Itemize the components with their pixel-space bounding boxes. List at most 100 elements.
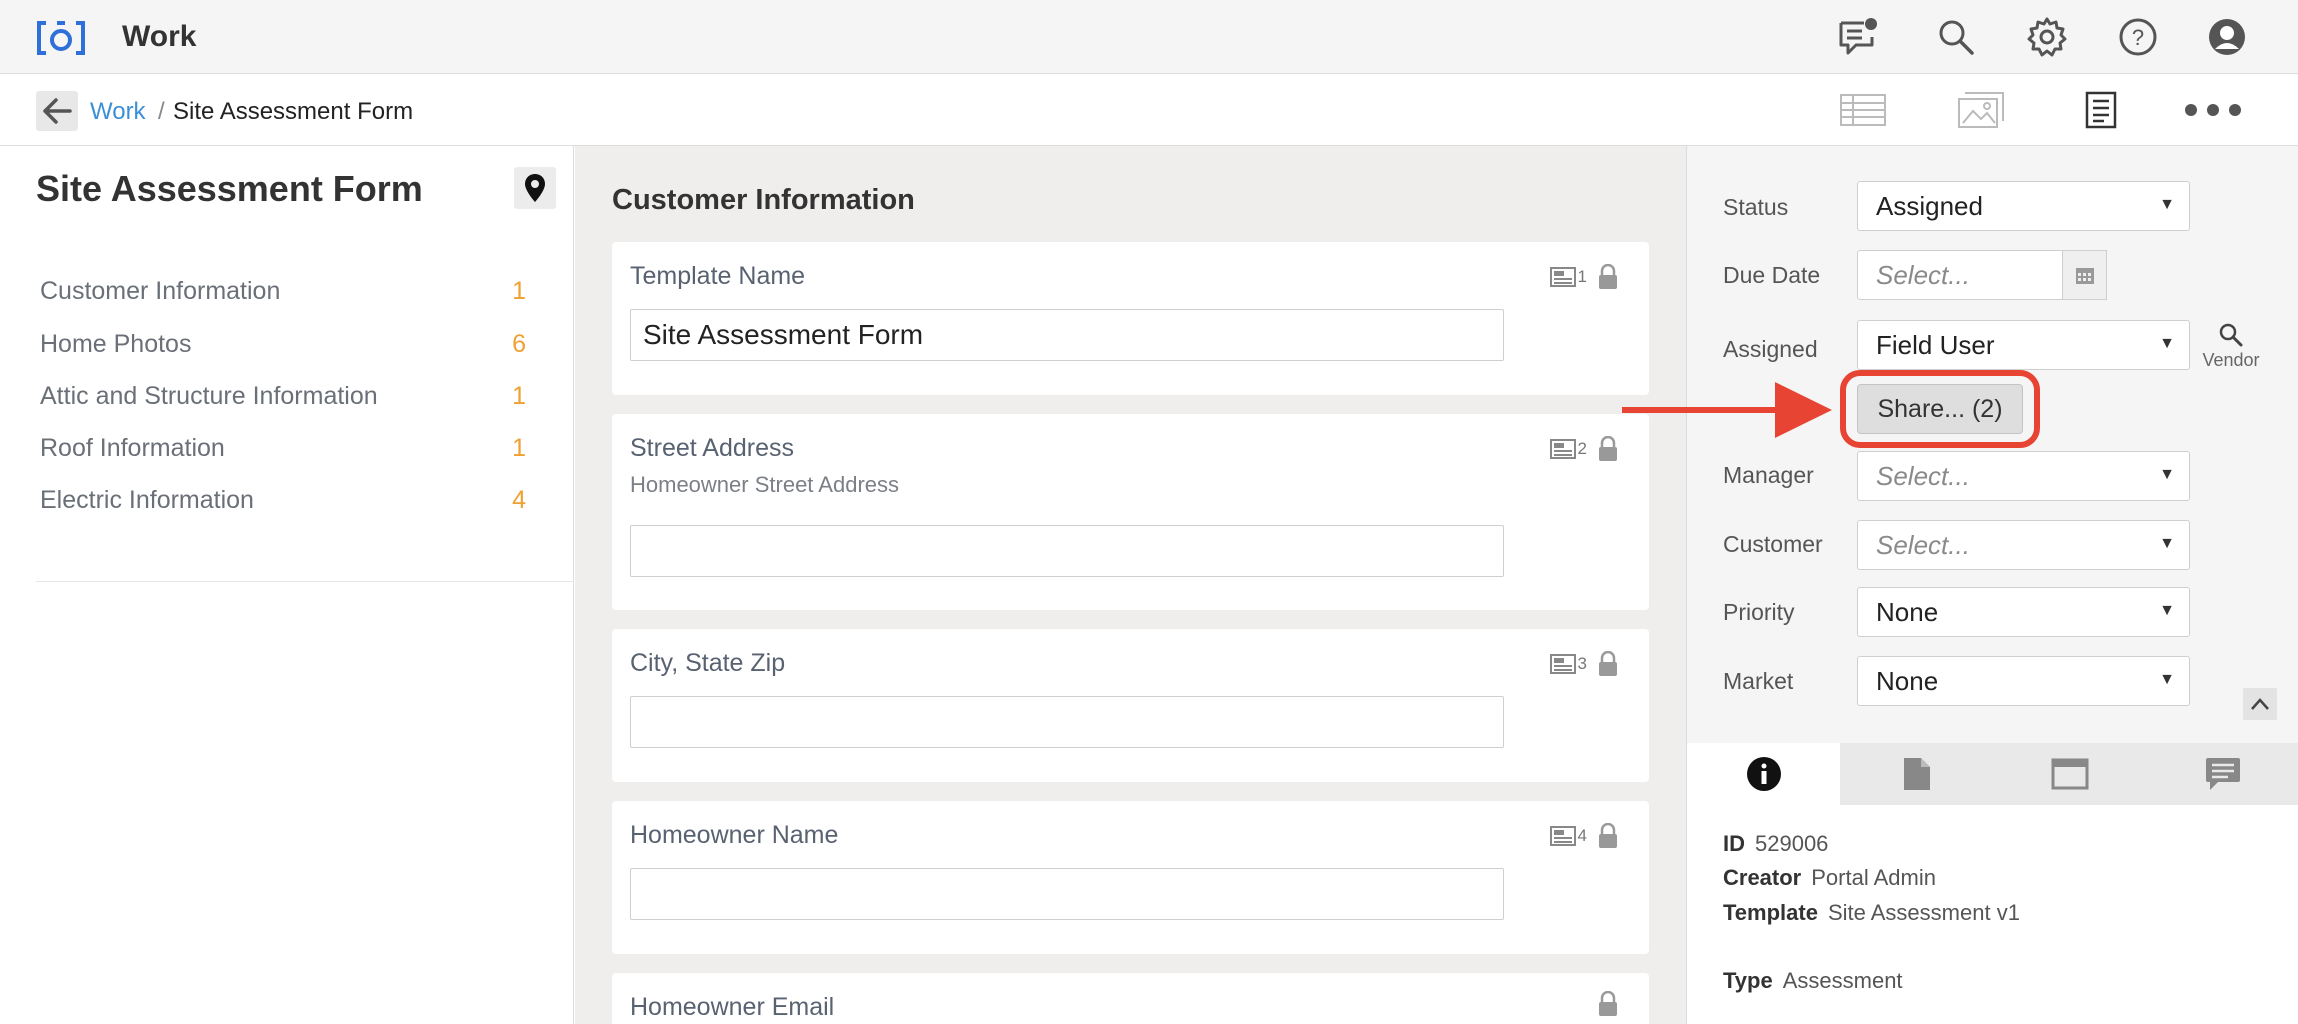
breadcrumb-work-link[interactable]: Work	[90, 98, 146, 126]
field-label: Homeowner Email	[630, 993, 835, 1021]
field-type-icon	[1549, 267, 1576, 287]
user-avatar-icon[interactable]	[2205, 15, 2249, 59]
caret-down-icon: ▼	[2159, 335, 2175, 352]
field-card-template-name: Template Name 1	[612, 242, 1649, 395]
section-count-badge: 1	[512, 276, 526, 305]
field-number: 2	[1577, 439, 1587, 458]
caret-down-icon: ▼	[2159, 466, 2175, 483]
field-number: 4	[1577, 826, 1587, 845]
manager-select[interactable]: Select... ▼	[1857, 451, 2190, 501]
arrow-left-icon	[43, 98, 72, 124]
info-value: 529006	[1755, 831, 1829, 856]
gear-icon[interactable]	[2025, 15, 2069, 59]
section-item-customer-information[interactable]: Customer Information 1	[40, 271, 530, 311]
field-meta: 4	[1549, 823, 1619, 849]
info-panel: ID 529006 Creator Portal Admin Template Sit…	[1687, 805, 2298, 1024]
field-description: Homeowner Street Address	[630, 472, 900, 497]
status-select[interactable]: Assigned ▼	[1857, 181, 2190, 231]
field-meta: 2	[1549, 436, 1619, 462]
info-label: Type	[1723, 968, 1773, 993]
customer-select[interactable]: Select... ▼	[1857, 520, 2190, 570]
field-card-city-state-zip: City, State Zip 3	[612, 629, 1649, 782]
tab-documents[interactable]	[1840, 743, 1993, 805]
field-label: City, State Zip	[630, 649, 786, 677]
breadcrumb-current: Site Assessment Form	[173, 98, 414, 125]
section-item-roof-information[interactable]: Roof Information 1	[40, 428, 530, 468]
search-icon[interactable]	[1934, 15, 1978, 59]
more-icon[interactable]	[2178, 88, 2248, 132]
collapse-button[interactable]	[2243, 688, 2277, 720]
priority-label: Priority	[1723, 599, 1795, 625]
vendor-label: Vendor	[2202, 350, 2260, 370]
details-tabs	[1687, 743, 2298, 805]
field-label: Homeowner Name	[630, 821, 839, 849]
info-label: Creator	[1723, 865, 1802, 890]
tab-comments[interactable]	[2146, 743, 2298, 805]
tab-info[interactable]	[1687, 743, 1840, 805]
lock-icon	[1599, 264, 1617, 289]
lock-icon	[1599, 651, 1617, 676]
field-number: 1	[1577, 267, 1587, 286]
status-label: Status	[1723, 194, 1789, 220]
info-value: Site Assessment v1	[1827, 900, 2020, 925]
section-label: Electric Information	[40, 485, 254, 514]
app-title: Work	[122, 20, 197, 53]
info-creator-row: Creator Portal Admin	[1723, 865, 1936, 891]
svg-text:?: ?	[2132, 25, 2144, 50]
lock-icon	[1599, 823, 1617, 848]
info-template-row: Template Site Assessment v1	[1723, 900, 2020, 926]
info-id-row: ID 529006	[1723, 831, 1828, 857]
form-view-icon[interactable]	[2076, 88, 2126, 132]
share-button[interactable]: Share... (2)	[1857, 384, 2023, 434]
document-icon	[1903, 758, 1930, 790]
due-date-input[interactable]: Select...	[1857, 250, 2063, 300]
back-button[interactable]	[36, 91, 78, 131]
gallery-view-icon[interactable]	[1956, 88, 2006, 132]
chevron-up-icon	[2251, 698, 2269, 710]
table-view-icon[interactable]	[1838, 88, 1888, 132]
section-label: Home Photos	[40, 329, 192, 358]
field-card-street-address: Street Address Homeowner Street Address …	[612, 414, 1649, 610]
chat-notification-icon[interactable]	[1836, 15, 1880, 59]
field-type-icon	[1549, 826, 1576, 846]
window-icon	[2051, 758, 2088, 790]
tab-window[interactable]	[1993, 743, 2146, 805]
top-bar: Work ?	[0, 0, 2298, 74]
field-label: Template Name	[630, 262, 806, 290]
field-label: Street Address	[630, 434, 794, 462]
section-label: Roof Information	[40, 433, 225, 462]
caret-down-icon: ▼	[2159, 535, 2175, 552]
manager-label: Manager	[1723, 462, 1814, 488]
section-count-badge: 4	[512, 485, 526, 514]
assigned-select[interactable]: Field User ▼	[1857, 320, 2190, 370]
field-card-homeowner-name: Homeowner Name 4	[612, 801, 1649, 954]
street-address-input[interactable]	[630, 525, 1504, 577]
breadcrumb-separator: /	[158, 98, 165, 125]
customer-label: Customer	[1723, 531, 1823, 557]
section-item-electric-information[interactable]: Electric Information 4	[40, 480, 530, 520]
section-count-badge: 1	[512, 381, 526, 410]
vendor-search-button[interactable]: Vendor	[2199, 322, 2263, 371]
location-pin-button[interactable]	[514, 167, 556, 209]
homeowner-name-input[interactable]	[630, 868, 1504, 920]
market-select[interactable]: None ▼	[1857, 656, 2190, 706]
section-title: Customer Information	[612, 184, 915, 216]
section-item-home-photos[interactable]: Home Photos 6	[40, 324, 530, 364]
template-name-input[interactable]	[630, 309, 1504, 361]
app-logo-icon[interactable]	[36, 20, 86, 56]
form-title: Site Assessment Form	[36, 168, 423, 209]
field-type-icon	[1549, 439, 1576, 459]
form-content: Customer Information Template Name 1 Str…	[575, 146, 1686, 1024]
caret-down-icon: ▼	[2159, 196, 2175, 213]
info-value: Assessment	[1782, 968, 1903, 993]
calendar-button[interactable]	[2063, 250, 2107, 300]
caret-down-icon: ▼	[2159, 602, 2175, 619]
city-state-zip-input[interactable]	[630, 696, 1504, 748]
manager-placeholder: Select...	[1876, 460, 1970, 491]
help-icon[interactable]: ?	[2116, 15, 2160, 59]
field-card-homeowner-email: Homeowner Email	[612, 973, 1649, 1024]
priority-select[interactable]: None ▼	[1857, 587, 2190, 637]
caret-down-icon: ▼	[2159, 671, 2175, 688]
location-pin-icon	[525, 174, 545, 202]
section-item-attic-structure[interactable]: Attic and Structure Information 1	[40, 376, 530, 416]
